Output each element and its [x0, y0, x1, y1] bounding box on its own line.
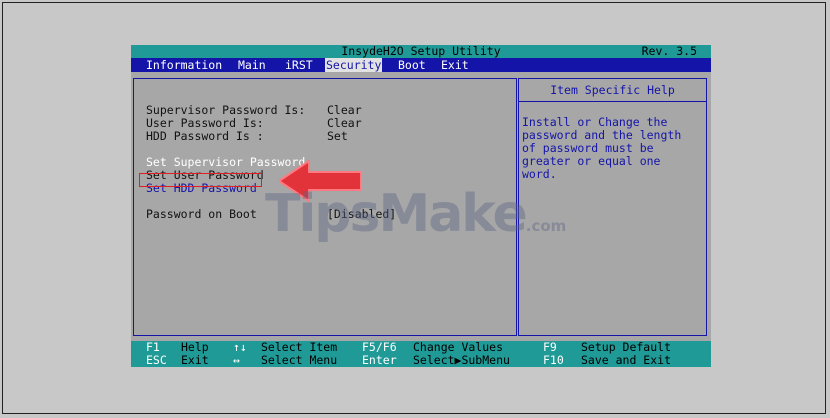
menu-irst[interactable]: iRST — [285, 58, 313, 72]
menu-boot[interactable]: Boot — [398, 58, 426, 72]
menu-information[interactable]: Information — [146, 58, 222, 72]
menu-main[interactable]: Main — [238, 58, 266, 72]
help-title: Item Specific Help — [519, 79, 706, 102]
key-description: Select Menu — [261, 353, 338, 367]
watermark-logo: TipsMake.com — [265, 179, 585, 249]
title-bar: InsydeH2O Setup Utility Rev. 3.5 — [131, 45, 711, 58]
key-description: Save and Exit — [581, 353, 672, 367]
left-right-arrow-icon: ↔ — [233, 353, 240, 367]
hdd-status-label: HDD Password Is : — [146, 129, 264, 143]
hdd-status-value: Set — [327, 129, 348, 143]
app-title: InsydeH2O Setup Utility — [341, 45, 501, 58]
watermark-suffix: .com — [525, 217, 567, 235]
key-label: ESC — [146, 353, 167, 367]
key-label: Enter — [362, 353, 397, 367]
key-description: Exit — [181, 353, 209, 367]
revision-label: Rev. 3.5 — [641, 45, 697, 58]
key-help-bar: F1 Help ESC Exit ↑↓ Select Item ↔ Select… — [131, 341, 711, 367]
password-on-boot-label: Password on Boot — [146, 207, 257, 221]
watermark-brand: TipsMake — [265, 184, 528, 244]
highlight-box — [139, 173, 262, 187]
menu-bar: Information Main iRST Security Boot Exit — [131, 58, 711, 72]
screenshot-frame: InsydeH2O Setup Utility Rev. 3.5 Informa… — [2, 2, 826, 414]
key-label: F10 — [543, 353, 564, 367]
key-description: Select▶SubMenu — [413, 353, 510, 367]
menu-exit[interactable]: Exit — [441, 58, 469, 72]
menu-security[interactable]: Security — [325, 58, 383, 72]
